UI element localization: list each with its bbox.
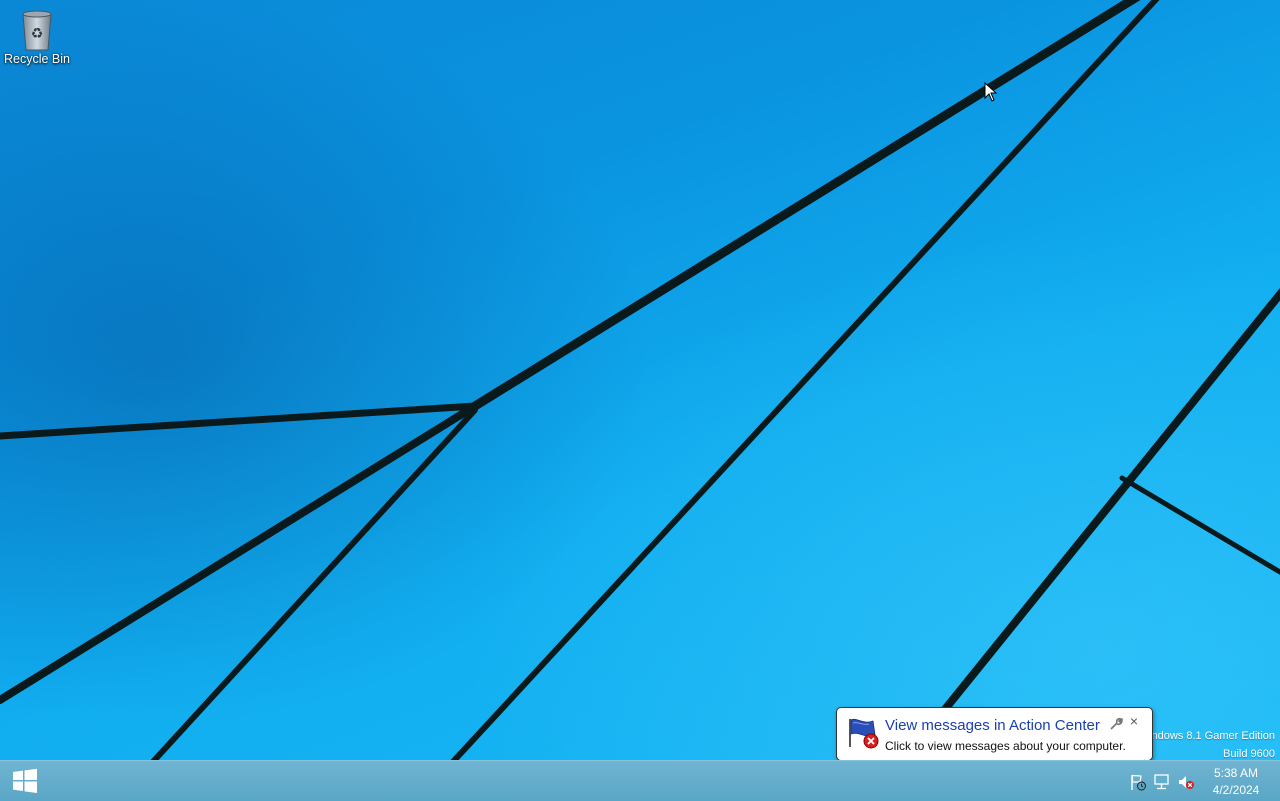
clock-date: 4/2/2024 <box>1212 783 1260 797</box>
mouse-cursor-icon <box>984 82 998 102</box>
desktop-icon-recycle-bin[interactable]: ♻ Recycle Bin <box>0 8 74 66</box>
svg-text:♻: ♻ <box>31 26 44 42</box>
wallpaper-lines <box>0 0 1280 760</box>
action-center-notification[interactable]: View messages in Action Center Click to … <box>836 707 1153 773</box>
wrench-icon[interactable] <box>1109 717 1123 731</box>
network-icon[interactable] <box>1153 773 1171 791</box>
desktop[interactable]: ♻ Recycle Bin ndows 8.1 Gamer Edition Bu… <box>0 0 1280 760</box>
notification-close-button[interactable]: × <box>1127 714 1141 728</box>
watermark-build: Build 9600 <box>1223 748 1275 760</box>
watermark-edition: ndows 8.1 Gamer Edition <box>1151 730 1275 742</box>
windows-logo-icon <box>13 768 37 793</box>
taskbar-clock[interactable]: 5:38 AM 4/2/2024 <box>1200 765 1272 799</box>
notification-body: Click to view messages about your comput… <box>885 739 1126 753</box>
taskbar: 5:38 AM 4/2/2024 <box>0 760 1280 801</box>
desktop-icon-label: Recycle Bin <box>4 52 70 66</box>
action-center-flag-icon[interactable] <box>1129 773 1147 791</box>
os-watermark: ndows 8.1 Gamer Edition Build 9600 <box>1151 727 1275 760</box>
volume-muted-icon[interactable] <box>1177 773 1195 791</box>
action-center-flag-icon <box>849 718 879 749</box>
clock-time: 5:38 AM <box>1213 766 1259 780</box>
recycle-bin-icon: ♻ <box>22 10 52 51</box>
start-button[interactable] <box>0 761 50 801</box>
notification-title[interactable]: View messages in Action Center <box>885 717 1100 734</box>
